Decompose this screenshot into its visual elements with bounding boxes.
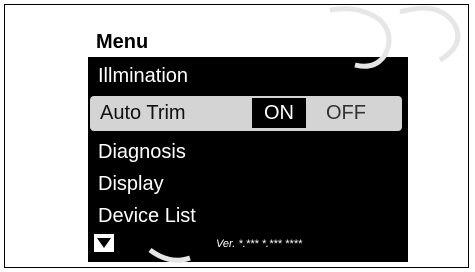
menu-item-diagnosis[interactable]: Diagnosis (98, 137, 186, 167)
triangle-down-icon (97, 238, 111, 248)
scroll-down-button[interactable] (94, 234, 114, 252)
menu-item-device-list[interactable]: Device List (98, 201, 196, 231)
auto-trim-label: Auto Trim (100, 102, 186, 124)
menu-item-display[interactable]: Display (98, 169, 164, 199)
auto-trim-off-option[interactable]: OFF (316, 98, 376, 128)
menu-item-illmination[interactable]: Illmination (98, 61, 188, 91)
menu-screen: Menu Illmination Auto Trim ON OFF Diagno… (88, 27, 408, 262)
auto-trim-on-option[interactable]: ON (252, 98, 306, 128)
menu-item-auto-trim[interactable]: Auto Trim ON OFF (90, 96, 402, 131)
version-text: Ver. *.*** *.*** **** (216, 238, 303, 250)
menu-title: Menu (88, 27, 408, 57)
